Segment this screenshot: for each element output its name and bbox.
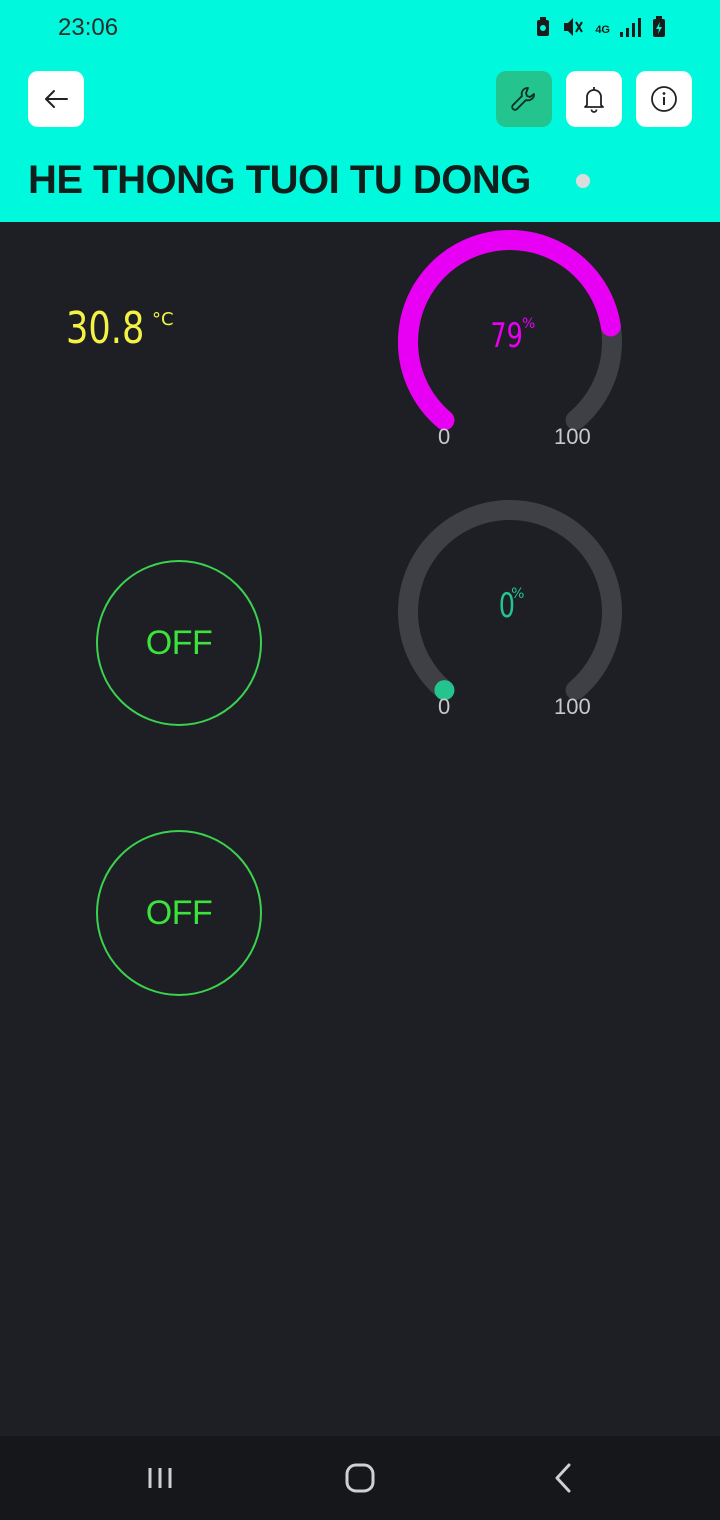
- status-time: 23:06: [58, 14, 119, 41]
- notifications-button[interactable]: [566, 71, 622, 127]
- device-status-dot: [576, 174, 590, 188]
- bell-icon: [584, 87, 604, 113]
- system-nav-bar: [0, 1436, 720, 1520]
- nav-back-button[interactable]: [534, 1454, 594, 1502]
- mute-vibrate-icon: [561, 16, 585, 43]
- home-button[interactable]: [330, 1454, 390, 1502]
- temperature-unit: °C: [151, 309, 174, 330]
- info-icon: [651, 86, 677, 112]
- recent-apps-button[interactable]: [130, 1454, 190, 1502]
- gauge-value-number: 0: [498, 586, 515, 626]
- soil-moisture-gauge[interactable]: 0% 0 100: [390, 496, 630, 726]
- gauge-value: 0%: [390, 586, 630, 626]
- gauge-min-label: 0: [438, 694, 451, 719]
- temperature-display: 30.8 °C: [66, 303, 174, 354]
- temperature-value: 30.8: [66, 303, 145, 354]
- humidity-gauge[interactable]: 79% 0 100: [390, 226, 630, 456]
- gauge-value-unit: %: [521, 316, 536, 332]
- gauge-max-label: 100: [554, 694, 591, 719]
- recent-apps-icon: [148, 1468, 172, 1488]
- gauge-value: 79%: [390, 316, 630, 356]
- gauge-min-label: 0: [438, 424, 451, 449]
- gauge-max-label: 100: [554, 424, 591, 449]
- battery-saver-icon: [535, 17, 551, 42]
- battery-charging-icon: [652, 16, 666, 43]
- app-header: 23:06 4G HE THONG TUOI TU DONG: [0, 0, 720, 222]
- back-button[interactable]: [28, 71, 84, 127]
- info-button[interactable]: [636, 71, 692, 127]
- wrench-button[interactable]: [496, 71, 552, 127]
- valve-toggle-button[interactable]: OFF: [96, 830, 262, 996]
- back-icon: [555, 1463, 571, 1493]
- back-arrow-icon: [45, 90, 68, 108]
- network-type-label: 4G: [595, 23, 610, 36]
- gauge-value-number: 79: [490, 316, 523, 356]
- page-title: HE THONG TUOI TU DONG: [28, 158, 531, 202]
- pump-toggle-button[interactable]: OFF: [96, 560, 262, 726]
- status-icons: 4G: [535, 16, 666, 43]
- signal-icon: [620, 17, 642, 42]
- home-icon: [345, 1463, 375, 1493]
- wrench-icon: [511, 87, 535, 111]
